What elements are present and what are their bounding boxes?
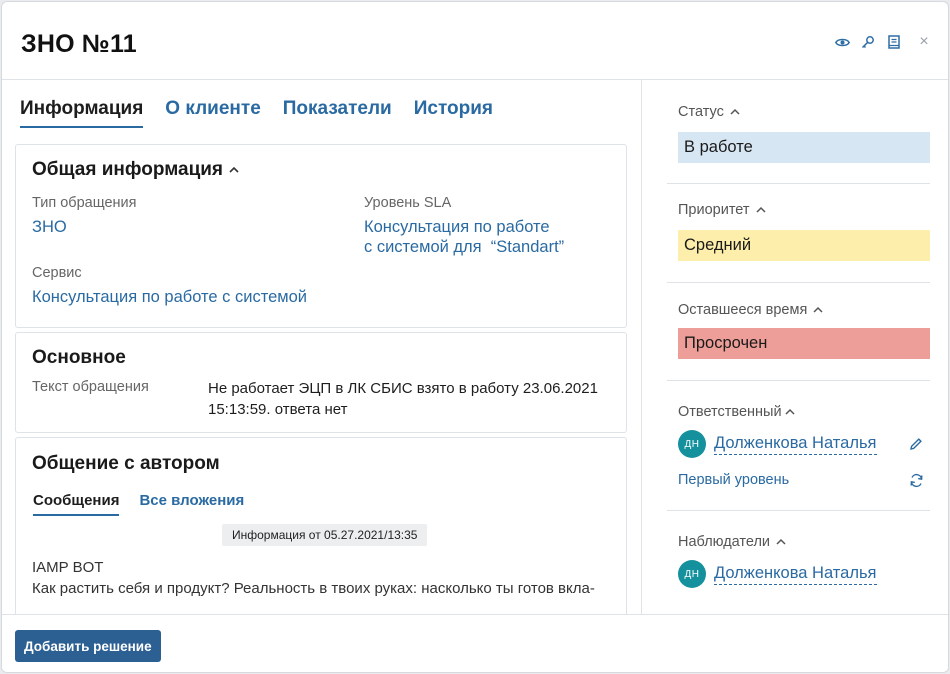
responsible-section: Ответственный ДН Долженкова Наталья Перв… [678, 404, 930, 494]
avatar: ДН [678, 560, 706, 588]
close-icon[interactable]: × [916, 34, 932, 50]
modal-header: ЗНО №11 × [2, 2, 948, 80]
sla-value-line1: Консультация по работе [364, 218, 550, 236]
avatar: ДН [678, 430, 706, 458]
responsible-name[interactable]: Долженкова Наталья [714, 434, 877, 455]
book-icon[interactable] [886, 34, 902, 50]
status-section: Статус В работе [678, 104, 930, 163]
request-text-line1: Не работает ЭЦП в ЛК СБИС взято в работу… [208, 380, 598, 397]
tab-metrics[interactable]: Показатели [283, 98, 392, 128]
request-text-line2: 15:13:59. ответа нет [208, 401, 348, 418]
chevron-up-icon [785, 406, 795, 418]
chevron-up-icon [756, 204, 766, 216]
pencil-icon[interactable] [907, 435, 925, 453]
communication-card: Общение с автором Сообщения Все вложения… [15, 437, 627, 614]
chevron-up-icon [730, 106, 740, 118]
refresh-icon[interactable] [907, 471, 925, 489]
status-badge[interactable]: В работе [678, 132, 930, 163]
request-text-label: Текст обращения [32, 379, 149, 395]
modal-window: ЗНО №11 × Информация О клиенте Показател… [1, 1, 949, 673]
tab-client[interactable]: О клиенте [165, 98, 260, 128]
responsible-person[interactable]: ДН Долженкова Наталья [678, 430, 877, 458]
request-type-label: Тип обращения [32, 195, 137, 211]
message-date-chip: Информация от 05.27.2021/13:35 [222, 524, 428, 546]
divider [667, 510, 930, 511]
service-label: Сервис [32, 265, 82, 281]
watchers-label-text: Наблюдатели [678, 534, 771, 550]
tab-history[interactable]: История [414, 98, 493, 128]
priority-badge[interactable]: Средний [678, 230, 930, 261]
main-card-title: Основное [32, 347, 126, 368]
add-solution-button[interactable]: Добавить решение [15, 630, 161, 662]
watchers-label[interactable]: Наблюдатели [678, 534, 930, 550]
key-icon[interactable] [860, 34, 876, 50]
tab-bar: Информация О клиенте Показатели История [20, 98, 493, 128]
sla-value-line2: с системой для “Standart” [364, 238, 565, 256]
request-text-value: Не работает ЭЦП в ЛК СБИС взято в работу… [208, 378, 618, 420]
communication-tabs: Сообщения Все вложения [33, 492, 244, 516]
divider [667, 380, 930, 381]
communication-title: Общение с автором [32, 453, 220, 474]
sla-value[interactable]: Консультация по работе с системой для “S… [364, 217, 564, 257]
tab-attachments[interactable]: Все вложения [139, 492, 244, 516]
responsible-label[interactable]: Ответственный [678, 404, 930, 420]
priority-label-text: Приоритет [678, 202, 750, 218]
sla-label: Уровень SLA [364, 195, 452, 211]
remaining-label[interactable]: Оставшееся время [678, 302, 930, 318]
watcher-person[interactable]: ДН Долженкова Наталья [678, 560, 877, 588]
main-card: Основное Текст обращения Не работает ЭЦП… [15, 332, 627, 433]
eye-icon[interactable] [834, 34, 850, 50]
general-info-card: Общая информация Тип обращения ЗНО Урове… [15, 144, 627, 328]
main-panel: Информация О клиенте Показатели История … [2, 80, 642, 614]
watcher-name[interactable]: Долженкова Наталья [714, 564, 877, 585]
watchers-section: Наблюдатели ДН Долженкова Наталья [678, 534, 930, 594]
tab-information[interactable]: Информация [20, 98, 144, 128]
chevron-up-icon [813, 304, 823, 316]
divider [667, 282, 930, 283]
chevron-up-icon [776, 536, 786, 548]
general-info-header[interactable]: Общая информация [32, 159, 239, 181]
remaining-label-text: Оставшееся время [678, 302, 808, 318]
message-text: Как растить себя и продукт? Реальность в… [32, 580, 595, 597]
remaining-badge[interactable]: Просрочен [678, 328, 930, 359]
message-author: IAMP BOT [32, 559, 104, 576]
service-value[interactable]: Консультация по работе с системой [32, 287, 307, 307]
tab-messages[interactable]: Сообщения [33, 492, 120, 516]
page-title: ЗНО №11 [21, 30, 137, 58]
priority-label[interactable]: Приоритет [678, 202, 930, 218]
status-label[interactable]: Статус [678, 104, 930, 120]
responsible-level-link[interactable]: Первый уровень [678, 472, 789, 488]
request-type-value[interactable]: ЗНО [32, 217, 67, 237]
responsible-label-text: Ответственный [678, 404, 782, 420]
remaining-section: Оставшееся время Просрочен [678, 302, 930, 359]
modal-footer: Добавить решение [2, 614, 948, 672]
chevron-up-icon [229, 164, 239, 176]
general-info-title: Общая информация [32, 159, 224, 180]
divider [667, 183, 930, 184]
priority-section: Приоритет Средний [678, 202, 930, 261]
header-actions: × [834, 34, 932, 50]
sidebar: Статус В работе Приоритет Средний Оставш… [643, 80, 948, 614]
status-label-text: Статус [678, 104, 724, 120]
